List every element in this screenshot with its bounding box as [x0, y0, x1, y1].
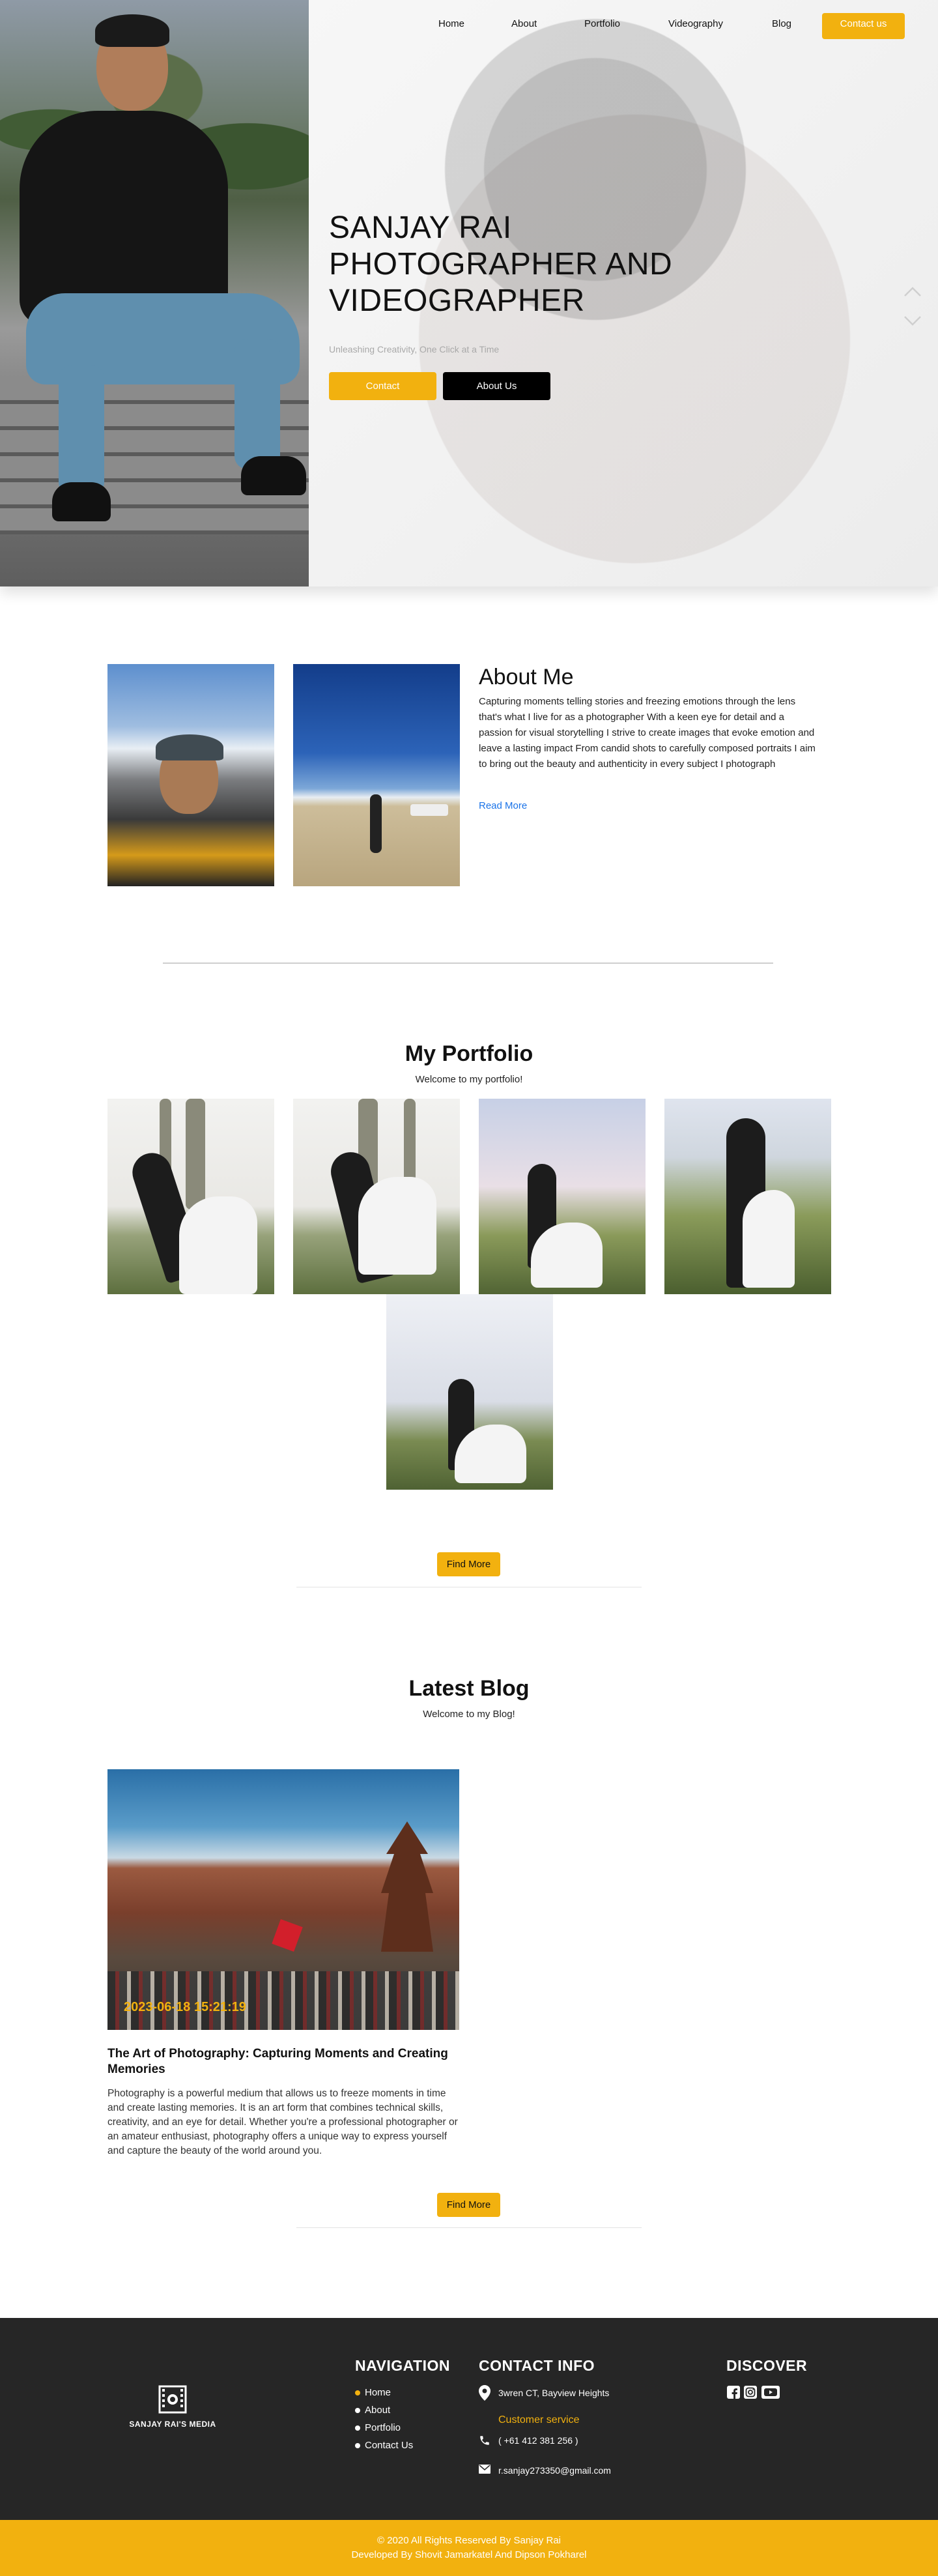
- email-icon: [479, 2465, 490, 2474]
- blog-post-date: 2023-06-18 15:21:19: [124, 2000, 246, 2014]
- nav-home-link[interactable]: Home: [438, 13, 464, 39]
- footer-nav-contact[interactable]: Contact Us: [355, 2440, 413, 2451]
- hero-title: SANJAY RAI PHOTOGRAPHER AND VIDEOGRAPHER: [329, 210, 733, 319]
- footer-nav-about[interactable]: About: [355, 2405, 390, 2416]
- facebook-icon[interactable]: [726, 2385, 741, 2399]
- about-title: About Me: [479, 665, 574, 689]
- blog-subtitle: Welcome to my Blog!: [423, 1709, 515, 1720]
- hero-title-line1: SANJAY RAI: [329, 210, 512, 245]
- footer-nav-portfolio[interactable]: Portfolio: [355, 2422, 401, 2433]
- hero-subtitle: Unleashing Creativity, One Click at a Ti…: [329, 344, 500, 355]
- portfolio-title: My Portfolio: [405, 1041, 533, 1066]
- bullet-icon: [355, 2425, 360, 2431]
- camera-film-logo-icon: [158, 2385, 187, 2414]
- nav-videography-link[interactable]: Videography: [668, 13, 723, 39]
- about-text: Capturing moments telling stories and fr…: [479, 696, 816, 770]
- footer-address: 3wren CT, Bayview Heights: [498, 2388, 610, 2398]
- chevron-up-icon[interactable]: [902, 282, 923, 302]
- footer-nav-home[interactable]: Home: [355, 2387, 391, 2398]
- bullet-icon: [355, 2408, 360, 2414]
- chevron-down-icon[interactable]: [902, 310, 923, 331]
- section-divider: [163, 962, 773, 964]
- nav-portfolio-link[interactable]: Portfolio: [584, 13, 620, 39]
- phone-icon: [480, 2436, 489, 2445]
- hero-title-line2: PHOTOGRAPHER AND: [329, 247, 673, 282]
- footer-discover-title: DISCOVER: [726, 2357, 808, 2374]
- blog-divider: [296, 2227, 642, 2228]
- portfolio-find-more-button[interactable]: Find More: [437, 1552, 500, 1576]
- blog-post-title[interactable]: The Art of Photography: Capturing Moment…: [107, 2046, 459, 2077]
- footer-bottom-bar: © 2020 All Rights Reserved By Sanjay Rai…: [0, 2520, 938, 2576]
- hero-about-button[interactable]: About Us: [443, 372, 550, 400]
- footer-logo-text: SANJAY RAI'S MEDIA: [129, 2420, 216, 2429]
- portfolio-photo-3[interactable]: [479, 1099, 646, 1294]
- blog-post-image[interactable]: 2023-06-18 15:21:19: [107, 1769, 459, 2030]
- about-landscape-photo: [293, 664, 460, 886]
- portfolio-photo-1[interactable]: [107, 1099, 274, 1294]
- nav-blog-link[interactable]: Blog: [772, 13, 791, 39]
- footer-nav-portfolio-label: Portfolio: [365, 2422, 401, 2433]
- hero-title-line3: VIDEOGRAPHER: [329, 283, 585, 318]
- hero-contact-button[interactable]: Contact: [329, 372, 436, 400]
- footer-nav-home-label: Home: [365, 2387, 391, 2398]
- portfolio-photo-4[interactable]: [664, 1099, 831, 1294]
- footer-logo[interactable]: SANJAY RAI'S MEDIA: [127, 2385, 218, 2437]
- footer-nav-contact-label: Contact Us: [365, 2440, 414, 2451]
- nav-contact-button[interactable]: Contact us: [822, 13, 905, 39]
- hero-portrait-photo: [0, 0, 309, 586]
- footer-developers: Developed By Shovit Jamarkatel And Dipso…: [351, 2549, 587, 2560]
- blog-find-more-button[interactable]: Find More: [437, 2193, 500, 2217]
- blog-title: Latest Blog: [408, 1676, 530, 1701]
- about-selfie-photo: [107, 664, 274, 886]
- blog-post-excerpt: Photography is a powerful medium that al…: [107, 2088, 458, 2156]
- footer-email[interactable]: r.sanjay273350@gmail.com: [498, 2465, 611, 2476]
- instagram-icon[interactable]: [743, 2385, 758, 2399]
- footer-phone[interactable]: ( +61 412 381 256 ): [498, 2435, 578, 2446]
- hero-section: Home About Portfolio Videography Blog Co…: [0, 0, 938, 586]
- footer-contact-title: CONTACT INFO: [479, 2357, 595, 2374]
- footer-nav-about-label: About: [365, 2405, 391, 2416]
- main-navigation: Home About Portfolio Videography Blog Co…: [0, 13, 938, 39]
- portfolio-subtitle: Welcome to my portfolio!: [415, 1074, 523, 1085]
- footer-customer-service: Customer service: [498, 2414, 580, 2425]
- youtube-icon[interactable]: [761, 2385, 780, 2399]
- bullet-icon: [355, 2390, 360, 2396]
- location-pin-icon: [479, 2385, 490, 2401]
- nav-about-link[interactable]: About: [511, 13, 537, 39]
- portfolio-photo-5[interactable]: [386, 1294, 553, 1490]
- read-more-link[interactable]: Read More: [479, 800, 527, 811]
- footer-copyright: © 2020 All Rights Reserved By Sanjay Rai: [377, 2535, 561, 2546]
- footer-navigation-title: NAVIGATION: [355, 2357, 450, 2374]
- portfolio-photo-2[interactable]: [293, 1099, 460, 1294]
- bullet-icon: [355, 2443, 360, 2449]
